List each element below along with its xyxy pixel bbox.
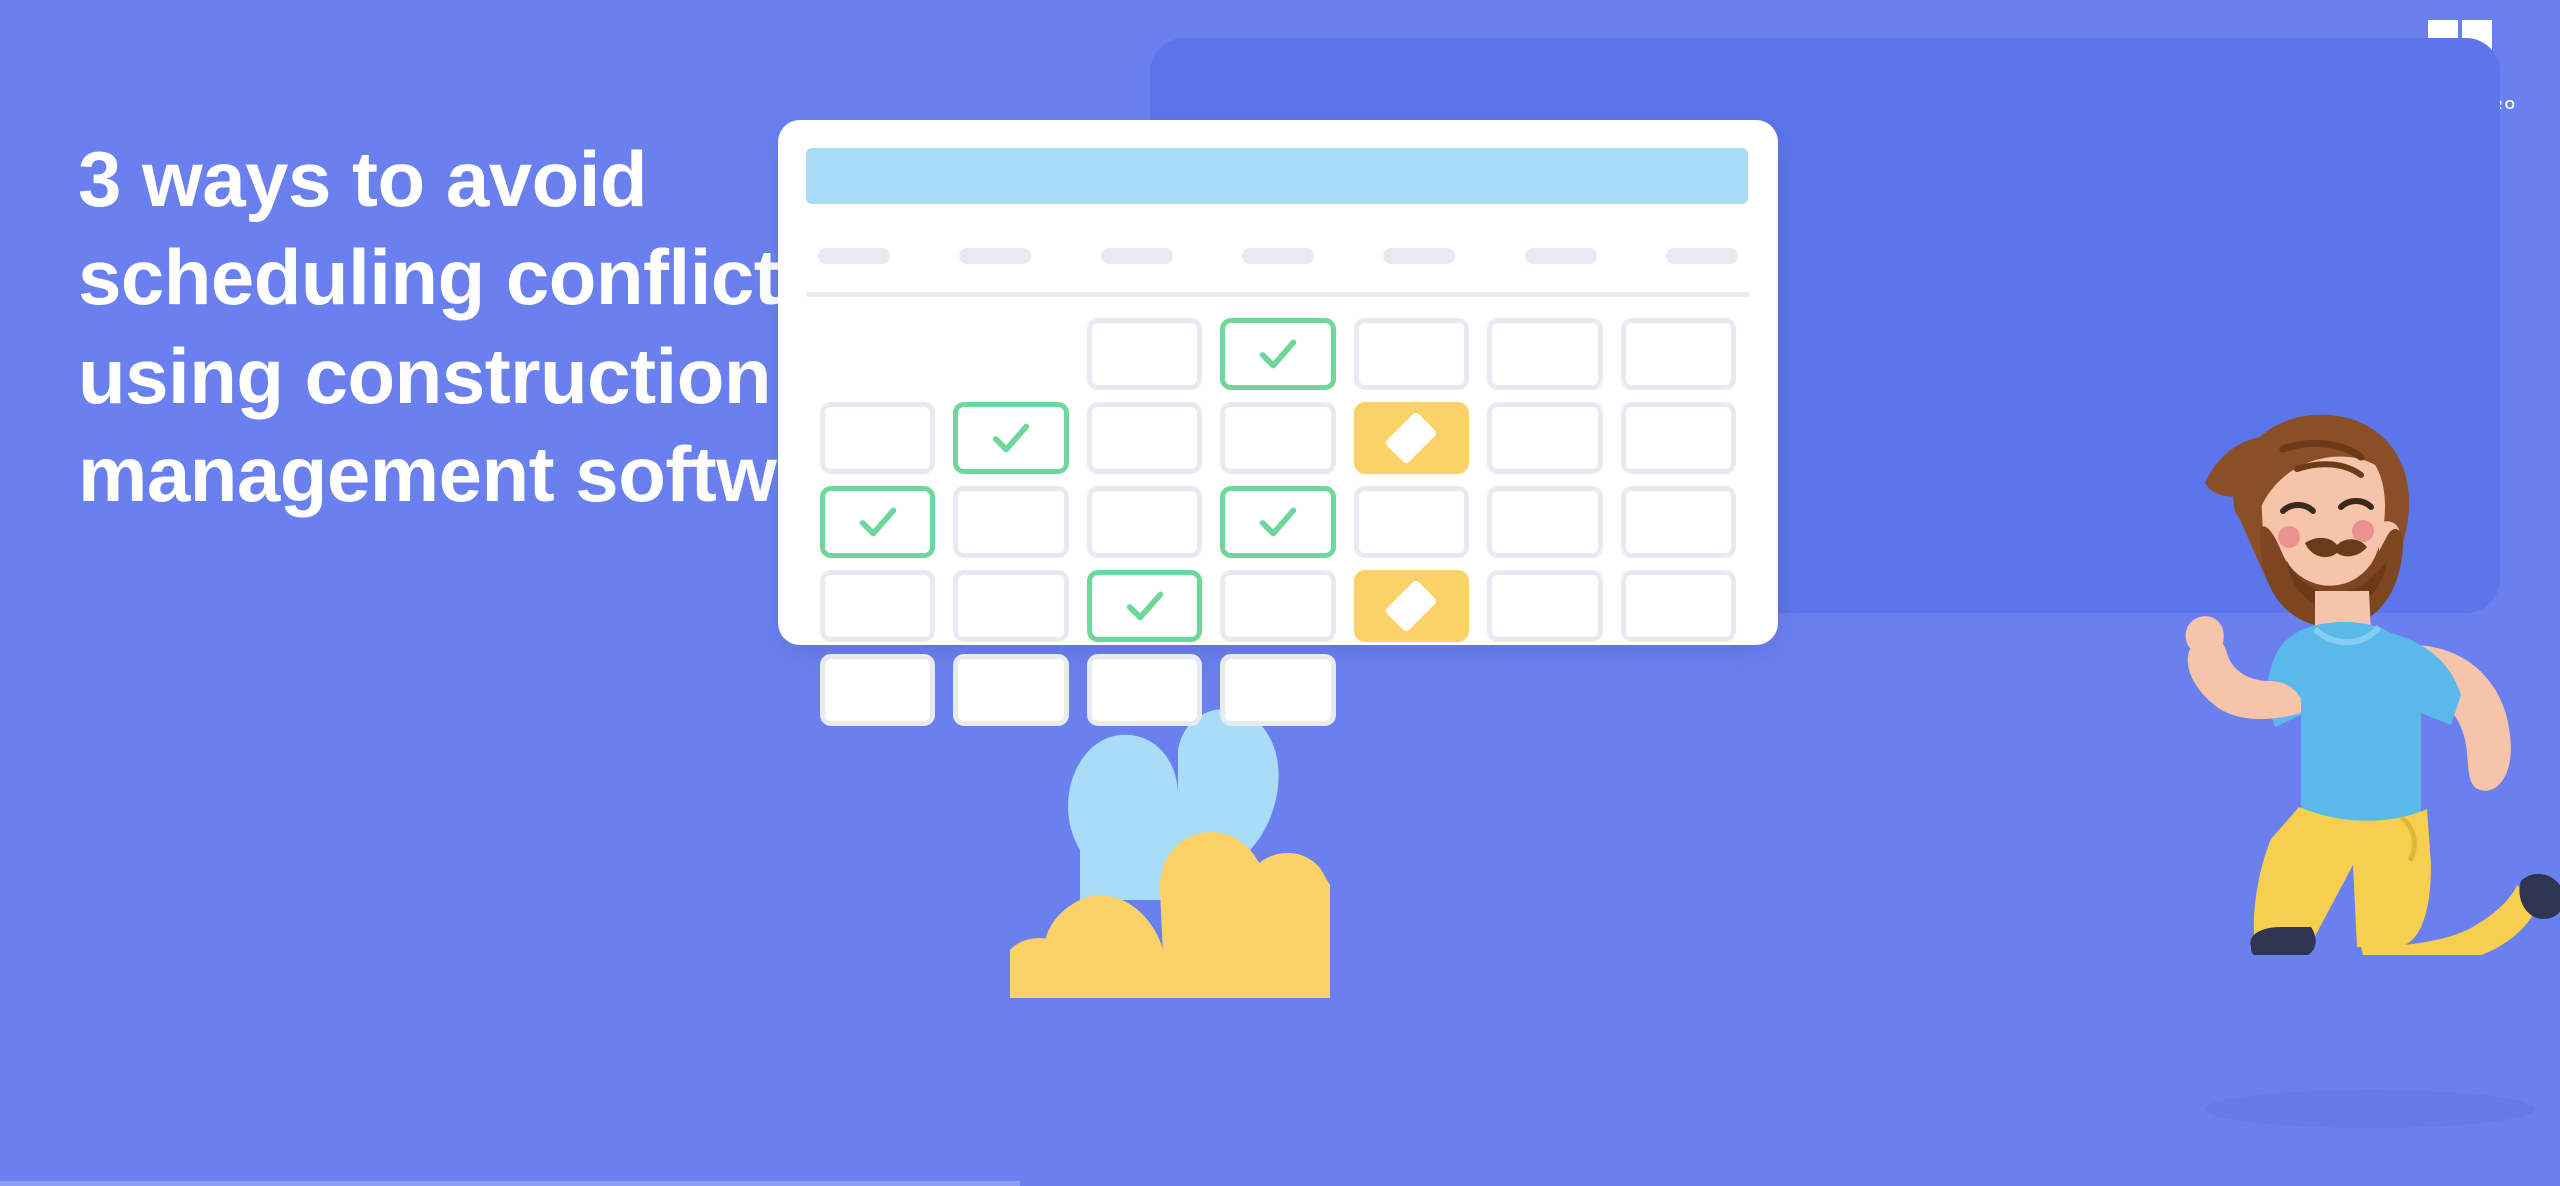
calendar-header-band — [806, 148, 1748, 204]
calendar-day-cell-empty[interactable] — [1086, 486, 1203, 558]
calendar-day-cell-empty[interactable] — [1086, 318, 1203, 390]
calendar-day-cell-check[interactable] — [820, 486, 936, 558]
calendar-weekday-row — [818, 248, 1738, 264]
weekday-pill — [1665, 248, 1738, 264]
poster-canvas: 3 ways to avoid scheduling conflicts usi… — [0, 0, 2560, 1186]
calendar-day-cell-empty[interactable] — [1487, 402, 1603, 474]
calendar-day-cell-empty[interactable] — [953, 486, 1069, 558]
calendar-day-cell-empty[interactable] — [1353, 318, 1470, 390]
calendar-day-cell-empty[interactable] — [1220, 402, 1336, 474]
weekday-pill — [959, 248, 1032, 264]
calendar-day-cell-empty[interactable] — [1086, 402, 1203, 474]
calendar-day-cell-empty[interactable] — [1220, 654, 1336, 726]
calendar-day-cell-empty[interactable] — [1620, 318, 1736, 390]
calendar-day-cell-empty[interactable] — [1487, 486, 1603, 558]
calendar-day-cell-empty[interactable] — [1086, 654, 1203, 726]
conflict-diamond-icon — [1384, 579, 1439, 633]
calendar-day-cell-check[interactable] — [1220, 486, 1336, 558]
calendar-day-cell-flag[interactable] — [1353, 570, 1470, 642]
calendar-day-cell-empty[interactable] — [820, 402, 936, 474]
calendar-day-cell-empty[interactable] — [1620, 486, 1736, 558]
calendar-day-cell-check[interactable] — [953, 402, 1069, 474]
calendar-day-cell-none — [953, 318, 1068, 390]
weekday-pill — [1100, 248, 1173, 264]
calendar-day-cell-none — [820, 318, 935, 390]
calendar-scheduling-illustration — [778, 0, 2560, 1186]
calendar-day-cell-check[interactable] — [1220, 318, 1336, 390]
bush-petals — [1010, 832, 1330, 998]
calendar-day-cell-empty[interactable] — [1487, 570, 1603, 642]
kneeling-man-marking-calendar — [2165, 395, 2560, 963]
character-ground-shadow — [2205, 1090, 2535, 1128]
calendar-day-cell-flag[interactable] — [1353, 402, 1470, 474]
bottom-edge-strip — [0, 1181, 1020, 1186]
calendar-day-grid — [820, 318, 1736, 726]
conflict-diamond-icon — [1384, 411, 1439, 465]
weekday-pill — [1524, 248, 1597, 264]
calendar-day-cell-none — [1354, 654, 1469, 726]
calendar-day-cell-empty[interactable] — [1620, 570, 1736, 642]
weekday-pill — [1383, 248, 1456, 264]
calendar-day-cell-check[interactable] — [1086, 570, 1203, 642]
calendar-day-cell-none — [1621, 654, 1736, 726]
weekday-pill — [818, 248, 890, 264]
calendar-day-cell-none — [1487, 654, 1602, 726]
calendar-day-cell-empty[interactable] — [1353, 486, 1470, 558]
calendar-day-cell-empty[interactable] — [820, 654, 936, 726]
calendar-day-cell-empty[interactable] — [953, 570, 1069, 642]
calendar-day-cell-empty[interactable] — [820, 570, 936, 642]
calendar-day-cell-empty[interactable] — [1220, 570, 1336, 642]
calendar-day-cell-empty[interactable] — [1487, 318, 1603, 390]
calendar-day-cell-empty[interactable] — [1620, 402, 1736, 474]
weekday-pill — [1241, 248, 1314, 264]
calendar-day-cell-empty[interactable] — [953, 654, 1069, 726]
calendar-divider — [806, 292, 1750, 297]
calendar-card — [778, 120, 1778, 726]
